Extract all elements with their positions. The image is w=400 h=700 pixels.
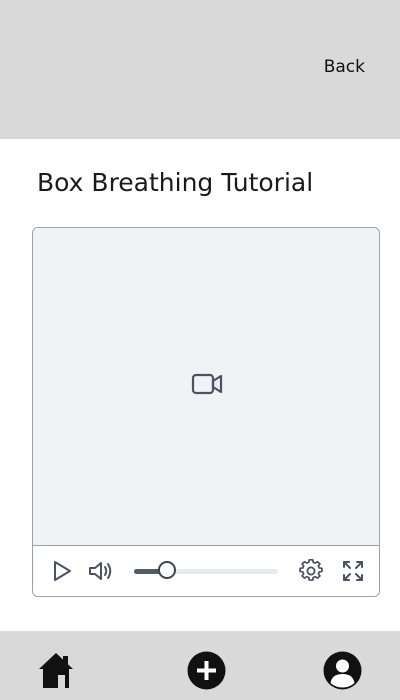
fullscreen-icon[interactable] <box>341 559 365 583</box>
seek-bar-thumb[interactable] <box>158 561 177 579</box>
back-button[interactable]: Back <box>324 57 365 77</box>
plus-circle-icon[interactable] <box>187 651 226 690</box>
video-area[interactable] <box>33 228 379 546</box>
bottom-nav <box>0 631 400 700</box>
app-screen: Back Box Breathing Tutorial <box>0 0 400 700</box>
seek-bar[interactable] <box>134 561 278 579</box>
page-title: Box Breathing Tutorial <box>37 168 314 197</box>
home-icon[interactable] <box>37 651 75 689</box>
video-camera-icon <box>191 373 223 395</box>
volume-icon[interactable] <box>88 560 114 582</box>
player-controls <box>33 546 379 596</box>
play-icon[interactable] <box>51 560 73 582</box>
user-circle-icon[interactable] <box>323 651 362 690</box>
gear-icon[interactable] <box>299 559 323 583</box>
top-bar: Back <box>0 0 400 139</box>
video-player <box>32 227 380 597</box>
